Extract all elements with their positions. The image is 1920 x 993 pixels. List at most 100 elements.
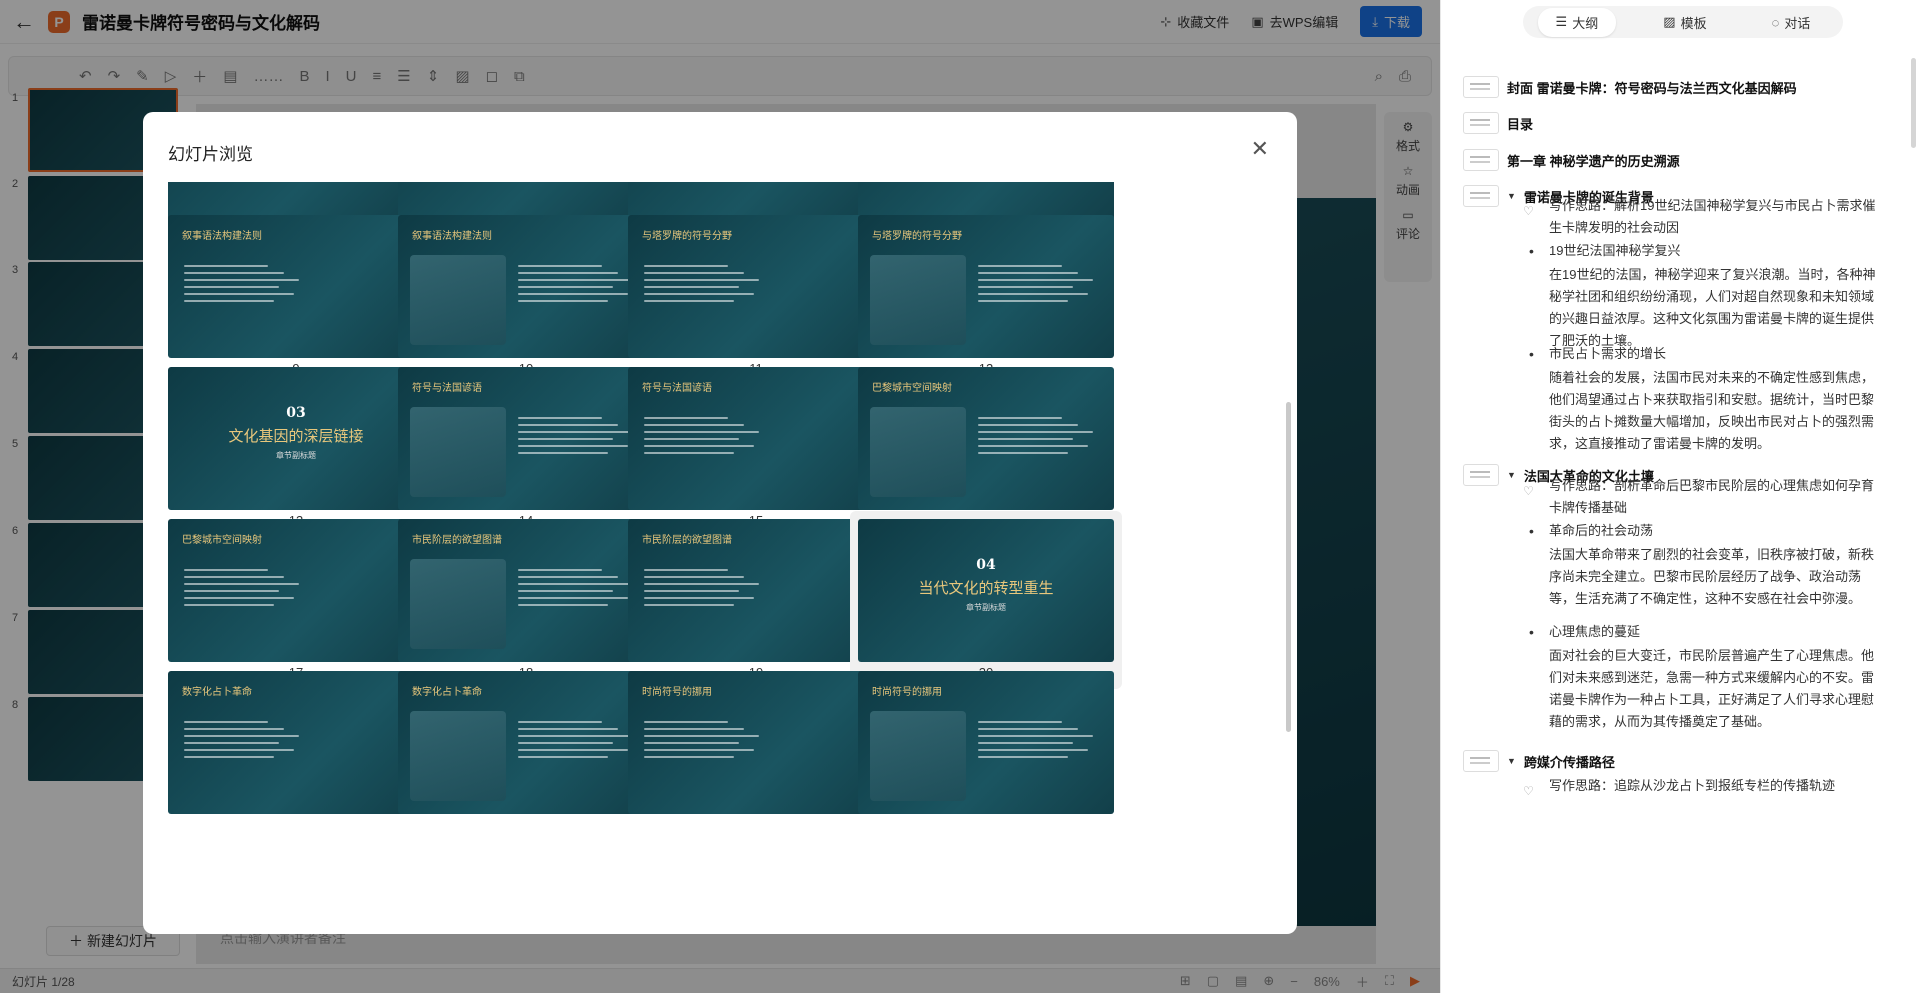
slide-title: 符号与法国谚语 [412, 383, 482, 394]
text-placeholder-lines [184, 569, 304, 611]
slide-image [410, 255, 506, 345]
slide-preview-20[interactable]: 04 当代文化的转型重生章节副标题 [858, 519, 1114, 662]
slide-preview-next[interactable]: 时尚符号的挪用 [628, 671, 884, 814]
slide-preview-13[interactable]: 03 文化基因的深层链接章节副标题 [168, 367, 424, 510]
text-placeholder-lines [518, 569, 638, 611]
outline-scrollbar[interactable] [1911, 58, 1916, 148]
chat-icon: ◌ [1771, 14, 1780, 30]
slide-browser-dialog: 幻灯片浏览 ✕ 5678叙事语法构建法则9叙事语法构建法则10与塔罗牌的符号分野… [143, 112, 1297, 934]
bullet-dot: • [1529, 346, 1534, 362]
text-placeholder-lines [644, 721, 764, 763]
text-placeholder-lines [518, 265, 638, 307]
slide-preview-next[interactable]: 时尚符号的挪用 [858, 671, 1114, 814]
lightbulb-icon: ♡ [1523, 784, 1534, 798]
text-placeholder-lines [644, 569, 764, 611]
caret-down-icon[interactable]: ▼ [1507, 756, 1516, 766]
tab-outline[interactable]: ☰ 大纲 [1537, 7, 1617, 37]
slide-image [870, 255, 966, 345]
text-placeholder-lines [184, 265, 304, 307]
text-placeholder-lines [978, 721, 1098, 763]
slide-grid: 5678叙事语法构建法则9叙事语法构建法则10与塔罗牌的符号分野11与塔罗牌的符… [143, 182, 1297, 934]
outline-panel: ☰ 大纲 ▨ 模板 ◌ 对话 封面 雷诺曼卡牌：符号密码与法兰西文化基因解码 目录 第… [1440, 0, 1920, 993]
slide-title: 时尚符号的挪用 [642, 687, 712, 698]
outline-item-section[interactable]: ▼ 跨媒介传播路径 [1463, 750, 1615, 772]
slide-icon [1463, 112, 1499, 134]
writing-idea: 写作思路：追踪从沙龙占卜到报纸专栏的传播轨迹 [1549, 778, 1836, 793]
text-placeholder-lines [518, 721, 638, 763]
outline-item-toc[interactable]: 目录 [1463, 112, 1533, 134]
slide-title: 数字化占卜革命 [182, 687, 252, 698]
section-title-block: 03 文化基因的深层链接章节副标题 [168, 405, 424, 461]
bullet-text: 法国大革命带来了剧烈的社会变革，旧秩序被打破，新秩序尚未完全建立。巴黎市民阶层经… [1549, 547, 1875, 606]
outline-list: 封面 雷诺曼卡牌：符号密码与法兰西文化基因解码 目录 第一章 神秘学遗产的历史溯… [1463, 64, 1896, 964]
slide-title: 叙事语法构建法则 [412, 231, 492, 242]
template-icon: ▨ [1663, 14, 1676, 29]
big: 文化基因的深层链接 [228, 427, 364, 445]
slide-preview-next[interactable]: 数字化占卜革命 [398, 671, 654, 814]
text-placeholder-lines [644, 265, 764, 307]
slide-image [870, 711, 966, 801]
slide-title: 符号与法国谚语 [642, 383, 712, 394]
writing-idea: 写作思路：解析19世纪法国神秘学复兴与市民占卜需求催生卡牌发明的社会动因 [1549, 198, 1876, 235]
bullet-dot: • [1529, 243, 1534, 259]
slide-preview-17[interactable]: 巴黎城市空间映射 [168, 519, 424, 662]
slide-icon [1463, 149, 1499, 171]
slide-preview-18[interactable]: 市民阶层的欲望图谱 [398, 519, 654, 662]
caret-down-icon[interactable]: ▼ [1507, 470, 1516, 480]
lightbulb-icon: ♡ [1523, 204, 1534, 218]
big-num: 04 [976, 557, 996, 573]
bullet-text: 面对社会的巨大变迁，市民阶层普遍产生了心理焦虑。他们对未来感到迷茫，急需一种方式… [1549, 648, 1875, 729]
outline-tabs: ☰ 大纲 ▨ 模板 ◌ 对话 [1523, 6, 1843, 38]
outline-item-cover[interactable]: 封面 雷诺曼卡牌：符号密码与法兰西文化基因解码 [1463, 76, 1797, 98]
sub: 章节副标题 [276, 451, 316, 460]
big: 当代文化的转型重生 [918, 579, 1054, 597]
lightbulb-icon: ♡ [1523, 484, 1534, 498]
slide-title: 巴黎城市空间映射 [872, 383, 952, 394]
slide-preview-15[interactable]: 符号与法国谚语 [628, 367, 884, 510]
slide-preview-19[interactable]: 市民阶层的欲望图谱 [628, 519, 884, 662]
slide-icon [1463, 76, 1499, 98]
text-placeholder-lines [518, 417, 638, 459]
slide-image [410, 559, 506, 649]
slide-image [410, 407, 506, 497]
slide-image [410, 711, 506, 801]
bullet-text: 在19世纪的法国，神秘学迎来了复兴浪潮。当时，各种神秘学社团和组织纷纷涌现，人们… [1549, 267, 1876, 348]
slide-title: 市民阶层的欲望图谱 [642, 535, 732, 546]
outline-item-chapter[interactable]: 第一章 神秘学遗产的历史溯源 [1463, 149, 1680, 171]
text-placeholder-lines [184, 721, 304, 763]
slide-image [870, 407, 966, 497]
section-title-block: 04 当代文化的转型重生章节副标题 [858, 557, 1114, 613]
text-placeholder-lines [978, 265, 1098, 307]
slide-preview-16[interactable]: 巴黎城市空间映射 [858, 367, 1114, 510]
dialog-scrollbar[interactable] [1286, 402, 1291, 732]
slide-title: 市民阶层的欲望图谱 [412, 535, 502, 546]
slide-preview-12[interactable]: 与塔罗牌的符号分野 [858, 215, 1114, 358]
slide-title: 与塔罗牌的符号分野 [872, 231, 962, 242]
slide-title: 叙事语法构建法则 [182, 231, 262, 242]
slide-icon [1463, 464, 1499, 486]
writing-idea: 写作思路：剖析革命后巴黎市民阶层的心理焦虑如何孕育卡牌传播基础 [1549, 478, 1875, 515]
bullet-dot: • [1529, 624, 1534, 640]
list-icon: ☰ [1555, 14, 1568, 29]
slide-preview-14[interactable]: 符号与法国谚语 [398, 367, 654, 510]
text-placeholder-lines [978, 417, 1098, 459]
sub: 章节副标题 [966, 603, 1006, 612]
slide-icon [1463, 750, 1499, 772]
bullet-heading: 19世纪法国神秘学复兴 [1549, 243, 1681, 258]
close-icon[interactable]: ✕ [1251, 136, 1269, 162]
bullet-heading: 市民占卜需求的增长 [1549, 346, 1667, 361]
slide-title: 与塔罗牌的符号分野 [642, 231, 732, 242]
bullet-heading: 心理焦虑的蔓延 [1549, 624, 1641, 639]
big-num: 03 [286, 405, 306, 421]
slide-preview-9[interactable]: 叙事语法构建法则 [168, 215, 424, 358]
slide-preview-next[interactable]: 数字化占卜革命 [168, 671, 424, 814]
tab-chat[interactable]: ◌ 对话 [1754, 8, 1829, 37]
slide-preview-10[interactable]: 叙事语法构建法则 [398, 215, 654, 358]
bullet-dot: • [1529, 523, 1534, 539]
dialog-title: 幻灯片浏览 [168, 145, 253, 164]
slide-preview-11[interactable]: 与塔罗牌的符号分野 [628, 215, 884, 358]
tab-template[interactable]: ▨ 模板 [1645, 8, 1724, 37]
caret-down-icon[interactable]: ▼ [1507, 191, 1516, 201]
slide-title: 数字化占卜革命 [412, 687, 482, 698]
text-placeholder-lines [644, 417, 764, 459]
